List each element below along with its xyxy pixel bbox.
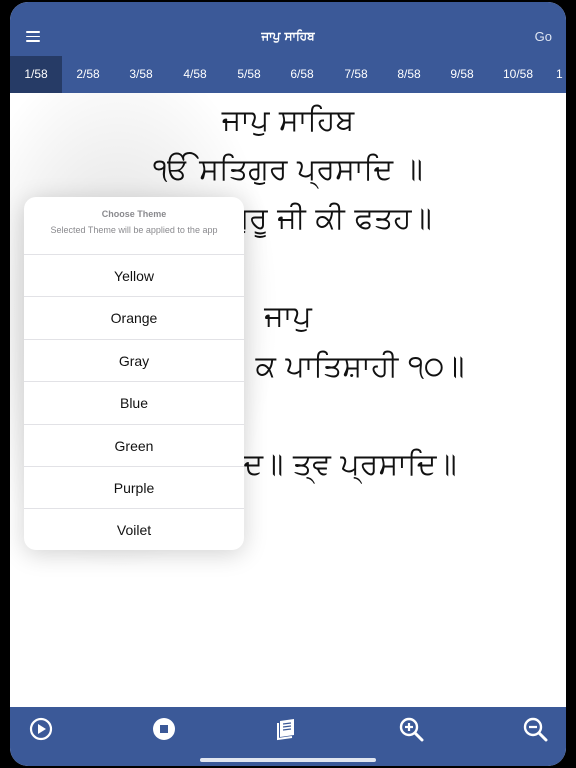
content-line: ੴ ਸਤਿਗੁਰ ਪ੍ਰਸਾਦਿ ॥ — [153, 152, 423, 187]
page-tab-11[interactable]: 1 — [556, 56, 566, 93]
page-tab-10[interactable]: 10/58 — [490, 56, 546, 93]
theme-option-orange[interactable]: Orange — [24, 296, 244, 338]
home-indicator[interactable] — [200, 758, 376, 762]
go-button[interactable]: Go — [535, 29, 552, 44]
device-frame: ਜਾਪੁ ਸਾਹਿਬ Go 1/58 2/58 3/58 4/58 5/58 6… — [0, 0, 576, 768]
popup-title: Choose Theme — [101, 209, 167, 219]
choose-theme-popup: Choose Theme Selected Theme will be appl… — [24, 197, 244, 550]
theme-option-blue[interactable]: Blue — [24, 381, 244, 423]
theme-option-yellow[interactable]: Yellow — [24, 254, 244, 296]
page-tab-1[interactable]: 1/58 — [10, 56, 62, 93]
theme-option-voilet[interactable]: Voilet — [24, 508, 244, 550]
page-tab-7[interactable]: 7/58 — [330, 56, 382, 93]
page-tab-4[interactable]: 4/58 — [169, 56, 221, 93]
page-tab-2[interactable]: 2/58 — [62, 56, 114, 93]
page-tab-8[interactable]: 8/58 — [383, 56, 435, 93]
theme-option-green[interactable]: Green — [24, 424, 244, 466]
page-tab-9[interactable]: 9/58 — [436, 56, 488, 93]
theme-option-gray[interactable]: Gray — [24, 339, 244, 381]
zoom-out-icon[interactable] — [522, 716, 548, 742]
page-tab-3[interactable]: 3/58 — [115, 56, 167, 93]
page-tab-5[interactable]: 5/58 — [223, 56, 275, 93]
play-icon[interactable] — [28, 716, 54, 742]
book-icon[interactable] — [274, 716, 300, 742]
content-line: ਜਾਪੁ ਸਾਹਿਬ — [221, 103, 355, 138]
zoom-in-icon[interactable] — [398, 716, 424, 742]
stop-icon[interactable] — [151, 716, 177, 742]
app-screen: ਜਾਪੁ ਸਾਹਿਬ Go 1/58 2/58 3/58 4/58 5/58 6… — [10, 2, 566, 766]
popup-subtitle: Selected Theme will be applied to the ap… — [50, 225, 218, 235]
page-title: ਜਾਪੁ ਸਾਹਿਬ — [261, 29, 315, 43]
app-header: ਜਾਪੁ ਸਾਹਿਬ Go — [10, 2, 566, 56]
page-tab-6[interactable]: 6/58 — [276, 56, 328, 93]
page-tab-bar: 1/58 2/58 3/58 4/58 5/58 6/58 7/58 8/58 … — [10, 56, 566, 93]
theme-option-purple[interactable]: Purple — [24, 466, 244, 508]
